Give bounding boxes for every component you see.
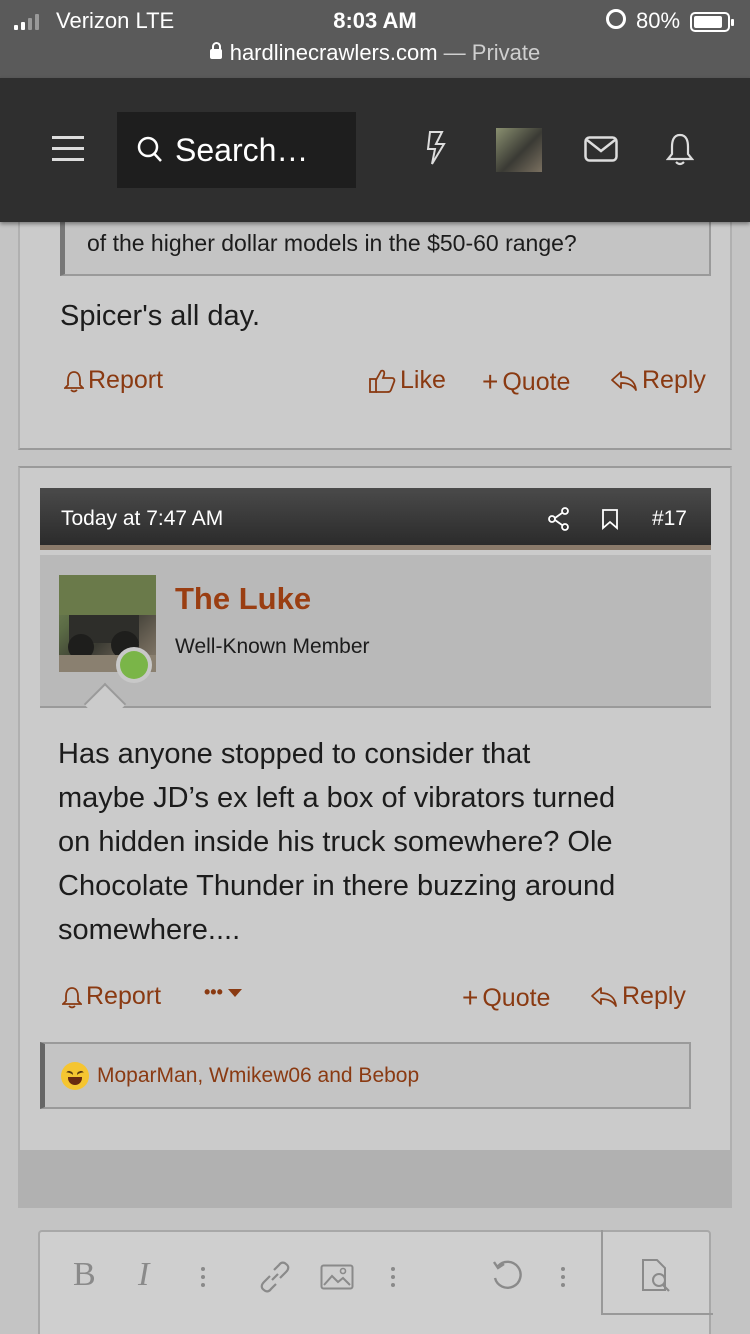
- bell-icon[interactable]: [666, 132, 694, 166]
- reply-label: Reply: [622, 982, 686, 1010]
- post-card: of the higher dollar models in the $50-6…: [18, 222, 732, 450]
- private-label: Private: [471, 40, 541, 65]
- post-actions: Report Like + Quote Reply: [60, 366, 710, 406]
- report-button[interactable]: Report: [62, 982, 161, 1011]
- user-info: The Luke Well-Known Member: [40, 555, 711, 726]
- url-bar[interactable]: hardlinecrawlers.com — Private: [0, 40, 750, 66]
- more-options-icon[interactable]: [560, 1266, 566, 1288]
- post-body: Has anyone stopped to consider that mayb…: [58, 732, 615, 952]
- post-body-line: on hidden inside his truck somewhere? Ol…: [58, 826, 613, 858]
- quote-label: Quote: [482, 983, 551, 1012]
- reactions-bar[interactable]: MoparMan, Wmikew06 and Bebop: [40, 1042, 691, 1109]
- image-icon[interactable]: [320, 1264, 354, 1290]
- post-body-line: somewhere....: [58, 914, 241, 946]
- plus-icon: +: [482, 366, 499, 397]
- online-status-icon: [116, 647, 152, 683]
- reply-label: Reply: [642, 366, 706, 394]
- lock-icon: [209, 42, 222, 59]
- post-number[interactable]: #17: [652, 507, 687, 531]
- link-icon[interactable]: [258, 1260, 292, 1294]
- plus-icon: +: [462, 982, 479, 1013]
- more-actions-button[interactable]: •••: [204, 982, 243, 1003]
- user-avatar[interactable]: [496, 128, 542, 172]
- quote-button[interactable]: + Quote: [462, 982, 550, 1014]
- post-body: Spicer's all day.: [60, 300, 261, 332]
- alarm-icon: [606, 9, 626, 29]
- reply-button[interactable]: Reply: [610, 366, 706, 395]
- like-label: Like: [400, 366, 446, 394]
- quote-text: of the higher dollar models in the $50-6…: [87, 230, 577, 256]
- battery-icon: [690, 12, 734, 32]
- post-body-line: Chocolate Thunder in there buzzing aroun…: [58, 870, 616, 902]
- reply-editor[interactable]: B I: [38, 1230, 713, 1334]
- author-title: Well-Known Member: [175, 635, 370, 658]
- quote-block: of the higher dollar models in the $50-6…: [60, 222, 711, 276]
- more-options-icon[interactable]: [200, 1266, 206, 1288]
- post-actions: Report ••• + Quote Reply: [62, 982, 712, 1022]
- share-icon[interactable]: [548, 507, 570, 531]
- url-separator: —: [437, 40, 472, 65]
- reply-icon: [611, 370, 637, 391]
- more-label: •••: [204, 982, 223, 1002]
- status-bar: Verizon LTE 8:03 AM 80% hardlinecrawlers…: [0, 0, 750, 78]
- chevron-down-icon: [227, 988, 242, 997]
- search-box[interactable]: Search…: [117, 112, 356, 188]
- report-label: Report: [86, 982, 162, 1010]
- menu-icon[interactable]: [52, 136, 84, 162]
- preview-icon: [642, 1259, 670, 1292]
- reply-icon: [591, 986, 617, 1007]
- post-timestamp[interactable]: Today at 7:47 AM: [61, 507, 223, 531]
- battery-percent: 80%: [636, 8, 681, 33]
- more-options-icon[interactable]: [390, 1266, 396, 1288]
- bookmark-icon[interactable]: [601, 508, 619, 530]
- undo-icon[interactable]: [490, 1260, 524, 1292]
- preview-button[interactable]: [601, 1230, 713, 1315]
- author-name[interactable]: The Luke: [175, 581, 311, 617]
- quote-label: Quote: [502, 367, 571, 396]
- section-divider: [18, 1150, 732, 1208]
- report-label: Report: [88, 366, 164, 394]
- post-body-line: maybe JD’s ex left a box of vibrators tu…: [58, 782, 616, 814]
- bold-button[interactable]: B: [73, 1256, 96, 1294]
- site-header: Search…: [0, 78, 750, 222]
- bell-icon: [62, 986, 82, 1008]
- reply-button[interactable]: Reply: [590, 982, 686, 1011]
- reactions-users[interactable]: MoparMan, Wmikew06 and Bebop: [97, 1064, 419, 1087]
- search-placeholder: Search…: [175, 132, 309, 168]
- search-icon: [137, 136, 162, 162]
- post-header: Today at 7:47 AM #17: [40, 488, 711, 550]
- report-button[interactable]: Report: [64, 366, 163, 395]
- laughing-emoji-icon: [61, 1062, 89, 1090]
- bell-icon: [64, 370, 84, 392]
- mail-icon[interactable]: [584, 136, 618, 162]
- thumbs-up-icon: [369, 369, 396, 393]
- post-body-line: Has anyone stopped to consider that: [58, 738, 531, 770]
- like-button[interactable]: Like: [368, 366, 446, 395]
- italic-button[interactable]: I: [138, 1256, 149, 1294]
- quote-button[interactable]: + Quote: [482, 366, 570, 398]
- bolt-icon[interactable]: [424, 130, 448, 166]
- url-domain: hardlinecrawlers.com: [229, 40, 438, 65]
